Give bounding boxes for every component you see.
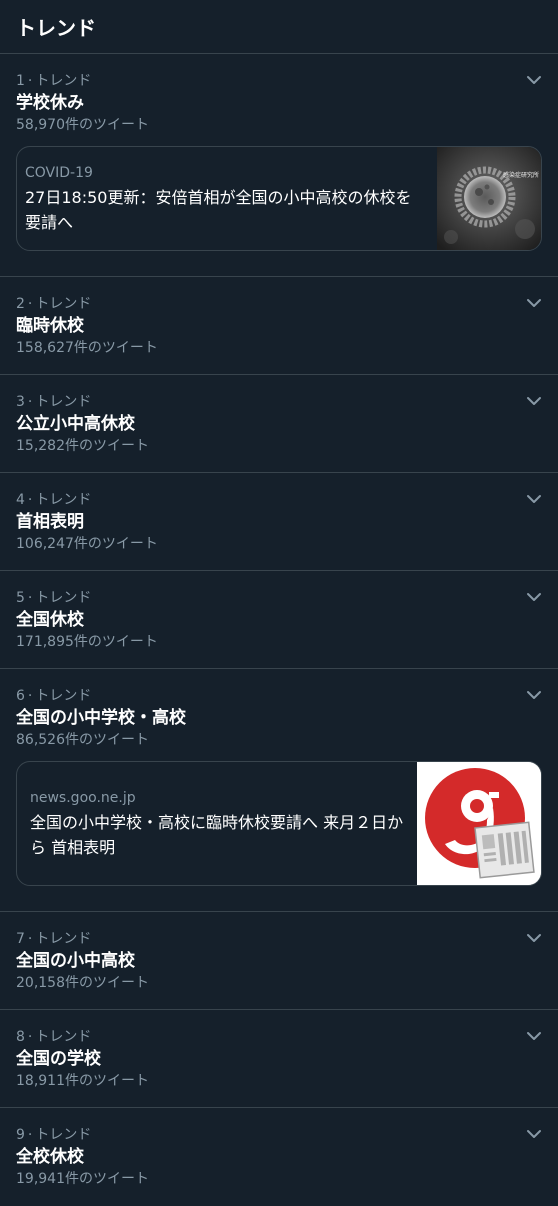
- trend-meta: 1 · トレンド: [16, 73, 92, 89]
- trend-tweet-count: 19,941件のツイート: [16, 1171, 149, 1187]
- trend-name: 全国の小中高校: [16, 951, 135, 971]
- chevron-down-icon[interactable]: [524, 587, 544, 607]
- trend-rank: 5: [16, 590, 25, 606]
- news-card-image: 感染症研究所: [437, 147, 541, 250]
- trend-category: トレンド: [35, 1127, 92, 1143]
- trend-tweet-count: 171,895件のツイート: [16, 634, 158, 650]
- coronavirus-image: 感染症研究所: [437, 147, 541, 250]
- trend-meta: 8 · トレンド: [16, 1029, 92, 1045]
- chevron-down-icon[interactable]: [524, 1026, 544, 1046]
- trend-item[interactable]: 3 · トレンド 公立小中高休校 15,282件のツイート: [0, 375, 558, 473]
- news-card-source: COVID-19: [25, 165, 93, 181]
- trend-item[interactable]: 2 · トレンド 臨時休校 158,627件のツイート: [0, 277, 558, 375]
- trend-category: トレンド: [35, 590, 92, 606]
- trend-name: 全国の学校: [16, 1049, 101, 1069]
- trend-category: トレンド: [35, 296, 92, 312]
- trend-tweet-count: 58,970件のツイート: [16, 117, 149, 133]
- news-card-text: news.goo.ne.jp 全国の小中学校・高校に臨時休校要請へ 来月２日から…: [17, 762, 417, 885]
- trend-item[interactable]: 8 · トレンド 全国の学校 18,911件のツイート: [0, 1010, 558, 1108]
- trend-meta: 6 · トレンド: [16, 688, 92, 704]
- trend-rank: 1: [16, 73, 25, 89]
- trend-tweet-count: 106,247件のツイート: [16, 536, 158, 552]
- trend-tweet-count: 20,158件のツイート: [16, 975, 149, 991]
- trend-meta: 9 · トレンド: [16, 1127, 92, 1143]
- chevron-down-icon[interactable]: [524, 293, 544, 313]
- trend-name: 公立小中高休校: [16, 414, 135, 434]
- trend-item[interactable]: 6 · トレンド 全国の小中学校・高校 86,526件のツイート news.go…: [0, 669, 558, 912]
- trend-name: 全校休校: [16, 1147, 84, 1167]
- chevron-down-icon[interactable]: [524, 391, 544, 411]
- trend-meta: 4 · トレンド: [16, 492, 92, 508]
- trend-meta: 2 · トレンド: [16, 296, 92, 312]
- news-card-text: COVID-19 27日18:50更新：安倍首相が全国の小中高校の休校を要請へ: [17, 147, 437, 250]
- news-card[interactable]: COVID-19 27日18:50更新：安倍首相が全国の小中高校の休校を要請へ: [16, 146, 542, 251]
- trend-rank: 6: [16, 688, 25, 704]
- trend-rank: 2: [16, 296, 25, 312]
- trend-category: トレンド: [35, 931, 92, 947]
- trend-name: 臨時休校: [16, 316, 84, 336]
- chevron-down-icon[interactable]: [524, 685, 544, 705]
- trend-category: トレンド: [35, 492, 92, 508]
- trend-category: トレンド: [35, 1029, 92, 1045]
- trend-category: トレンド: [35, 688, 92, 704]
- trend-rank: 4: [16, 492, 25, 508]
- trend-meta: 3 · トレンド: [16, 394, 92, 410]
- trend-rank: 7: [16, 931, 25, 947]
- trend-rank: 8: [16, 1029, 25, 1045]
- trend-category: トレンド: [35, 394, 92, 410]
- goo-news-logo-icon: [417, 762, 541, 885]
- chevron-down-icon[interactable]: [524, 928, 544, 948]
- news-card-headline: 全国の小中学校・高校に臨時休校要請へ 来月２日から 首相表明: [30, 813, 404, 857]
- trend-tweet-count: 18,911件のツイート: [16, 1073, 149, 1089]
- trend-name: 学校休み: [16, 93, 84, 113]
- trend-item[interactable]: 4 · トレンド 首相表明 106,247件のツイート: [0, 473, 558, 571]
- news-card-headline: 27日18:50更新：安倍首相が全国の小中高校の休校を要請へ: [25, 188, 412, 232]
- trend-tweet-count: 158,627件のツイート: [16, 340, 158, 356]
- trend-tweet-count: 15,282件のツイート: [16, 438, 149, 454]
- chevron-down-icon[interactable]: [524, 1124, 544, 1144]
- header: トレンド: [0, 0, 558, 54]
- chevron-down-icon[interactable]: [524, 489, 544, 509]
- trend-name: 全国休校: [16, 610, 84, 630]
- news-card[interactable]: news.goo.ne.jp 全国の小中学校・高校に臨時休校要請へ 来月２日から…: [16, 761, 542, 886]
- trend-meta: 7 · トレンド: [16, 931, 92, 947]
- chevron-down-icon[interactable]: [524, 70, 544, 90]
- trend-tweet-count: 86,526件のツイート: [16, 732, 149, 748]
- trend-meta: 5 · トレンド: [16, 590, 92, 606]
- trend-rank: 9: [16, 1127, 25, 1143]
- trend-rank: 3: [16, 394, 25, 410]
- image-caption: 感染症研究所: [503, 171, 539, 179]
- trend-item[interactable]: 1 · トレンド 学校休み 58,970件のツイート COVID-19 27日1…: [0, 54, 558, 277]
- page-title: トレンド: [16, 16, 96, 40]
- trend-name: 首相表明: [16, 512, 84, 532]
- trend-item[interactable]: 9 · トレンド 全校休校 19,941件のツイート: [0, 1108, 558, 1206]
- trend-item[interactable]: 5 · トレンド 全国休校 171,895件のツイート: [0, 571, 558, 669]
- trend-item[interactable]: 7 · トレンド 全国の小中高校 20,158件のツイート: [0, 912, 558, 1010]
- news-card-image: [417, 762, 541, 885]
- trend-name: 全国の小中学校・高校: [16, 708, 186, 728]
- trend-category: トレンド: [35, 73, 92, 89]
- news-card-source: news.goo.ne.jp: [30, 790, 136, 806]
